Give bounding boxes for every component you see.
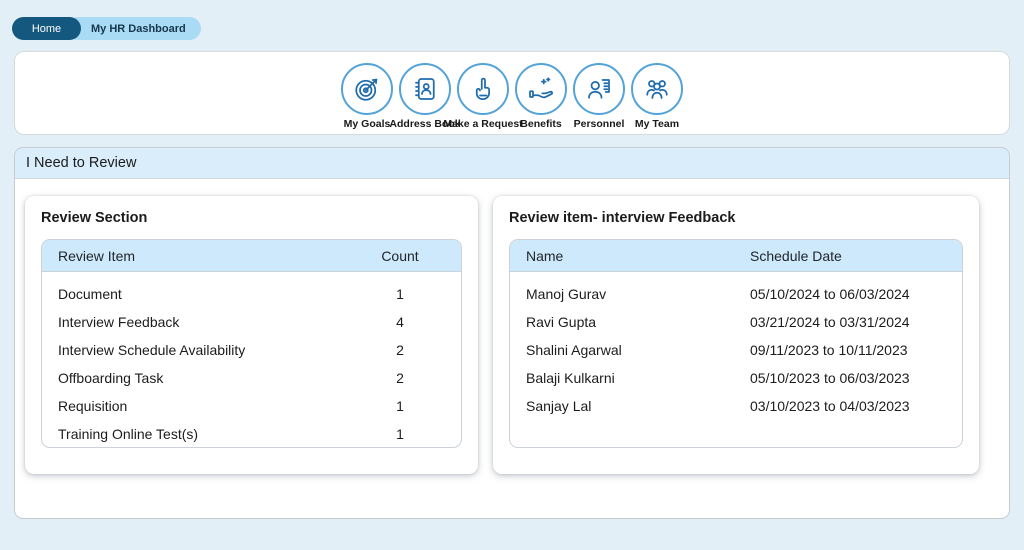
schedule-date-cell: 05/10/2024 to 06/03/2024 (750, 286, 946, 302)
address-book-icon (399, 63, 451, 115)
quick-action-label: Benefits (520, 118, 561, 130)
benefits-hand-icon (515, 63, 567, 115)
review-detail-table-body: Manoj Gurav 05/10/2024 to 06/03/2024 Rav… (510, 272, 962, 420)
count-cell: 1 (355, 426, 445, 442)
quick-action-label: Personnel (574, 118, 625, 130)
quick-actions-card: My Goals Address Book Make a Request (14, 51, 1010, 135)
tab-my-hr-dashboard[interactable]: My HR Dashboard (67, 17, 201, 40)
need-to-review-header[interactable]: I Need to Review (15, 148, 1009, 179)
schedule-date-cell: 05/10/2023 to 06/03/2023 (750, 370, 946, 386)
quick-action-label: Make a Request (443, 118, 522, 130)
table-row[interactable]: Interview Schedule Availability 2 (42, 336, 461, 364)
personnel-icon (573, 63, 625, 115)
count-cell: 2 (355, 342, 445, 358)
table-row[interactable]: Interview Feedback 4 (42, 308, 461, 336)
name-cell: Manoj Gurav (526, 286, 750, 302)
schedule-date-cell: 03/21/2024 to 03/31/2024 (750, 314, 946, 330)
quick-action-benefits[interactable]: Benefits (515, 63, 567, 134)
column-header-count: Count (355, 248, 445, 264)
table-row[interactable]: Shalini Agarwal 09/11/2023 to 10/11/2023 (510, 336, 962, 364)
count-cell: 1 (355, 286, 445, 302)
schedule-date-cell: 03/10/2023 to 04/03/2023 (750, 398, 946, 414)
name-cell: Ravi Gupta (526, 314, 750, 330)
goals-target-icon (341, 63, 393, 115)
review-item-cell: Training Online Test(s) (58, 426, 355, 442)
top-tab-bar: Home My HR Dashboard (12, 17, 1024, 40)
review-section-table: Review Item Count Document 1 Interview F… (41, 239, 462, 448)
table-row[interactable]: Ravi Gupta 03/21/2024 to 03/31/2024 (510, 308, 962, 336)
quick-action-make-a-request[interactable]: Make a Request (457, 63, 509, 134)
team-icon (631, 63, 683, 115)
quick-action-my-goals[interactable]: My Goals (341, 63, 393, 134)
review-detail-title: Review item- interview Feedback (509, 210, 963, 226)
quick-action-personnel[interactable]: Personnel (573, 63, 625, 134)
schedule-date-cell: 09/11/2023 to 10/11/2023 (750, 342, 946, 358)
review-detail-table: Name Schedule Date Manoj Gurav 05/10/202… (509, 239, 963, 448)
count-cell: 1 (355, 398, 445, 414)
count-cell: 2 (355, 370, 445, 386)
review-detail-card: Review item- interview Feedback Name Sch… (493, 196, 979, 474)
table-row[interactable]: Sanjay Lal 03/10/2023 to 04/03/2023 (510, 392, 962, 420)
review-item-cell: Document (58, 286, 355, 302)
review-section-table-header: Review Item Count (42, 240, 461, 272)
tab-home[interactable]: Home (12, 17, 81, 40)
count-cell: 4 (355, 314, 445, 330)
review-section-table-body: Document 1 Interview Feedback 4 Intervie… (42, 272, 461, 448)
table-row[interactable]: Document 1 (42, 280, 461, 308)
review-detail-table-header: Name Schedule Date (510, 240, 962, 272)
review-item-cell: Interview Feedback (58, 314, 355, 330)
table-row[interactable]: Balaji Kulkarni 05/10/2023 to 06/03/2023 (510, 364, 962, 392)
review-item-cell: Offboarding Task (58, 370, 355, 386)
review-section-title: Review Section (41, 210, 462, 226)
table-row[interactable]: Offboarding Task 2 (42, 364, 461, 392)
quick-action-label: My Team (635, 118, 679, 130)
column-header-review-item: Review Item (58, 248, 355, 264)
column-header-schedule-date: Schedule Date (750, 248, 946, 264)
need-to-review-body: Review Section Review Item Count Documen… (15, 179, 1009, 474)
table-row[interactable]: Manoj Gurav 05/10/2024 to 06/03/2024 (510, 280, 962, 308)
quick-action-my-team[interactable]: My Team (631, 63, 683, 134)
quick-action-label: My Goals (344, 118, 391, 130)
request-hand-icon (457, 63, 509, 115)
column-header-name: Name (526, 248, 750, 264)
review-item-cell: Requisition (58, 398, 355, 414)
need-to-review-panel: I Need to Review Review Section Review I… (14, 147, 1010, 519)
name-cell: Sanjay Lal (526, 398, 750, 414)
table-row[interactable]: Training Online Test(s) 1 (42, 420, 461, 448)
name-cell: Shalini Agarwal (526, 342, 750, 358)
review-item-cell: Interview Schedule Availability (58, 342, 355, 358)
review-section-card: Review Section Review Item Count Documen… (25, 196, 478, 474)
table-row[interactable]: Requisition 1 (42, 392, 461, 420)
name-cell: Balaji Kulkarni (526, 370, 750, 386)
